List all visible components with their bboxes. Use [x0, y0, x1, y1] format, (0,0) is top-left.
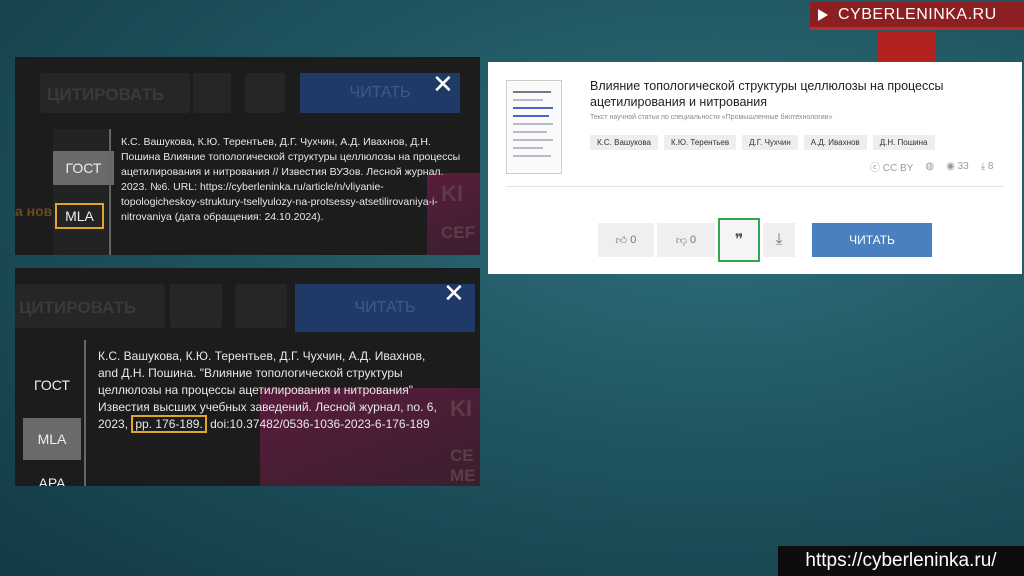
citation-pages-highlight: pp. 176-189. — [131, 415, 207, 433]
author-chip[interactable]: К.Ю. Терентьев — [663, 135, 737, 150]
brand-badge: CYBERLENINKA.RU — [810, 2, 1024, 30]
downloads-count: 8 — [987, 161, 994, 172]
tab-gost[interactable]: ГОСТ — [53, 151, 114, 185]
cite-button[interactable]: ❞ — [718, 218, 760, 262]
citation-text-gost: К.С. Вашукова, К.Ю. Терентьев, Д.Г. Чухч… — [121, 136, 461, 223]
tab-apa[interactable]: APA — [23, 474, 81, 486]
read-button[interactable]: ЧИТАТЬ — [812, 223, 932, 257]
brand-label: CYBERLENINKA.RU — [838, 5, 997, 23]
author-chip[interactable]: К.С. Вашукова — [590, 135, 658, 150]
play-icon — [818, 8, 828, 21]
tab-divider — [84, 340, 86, 486]
tab-mla[interactable]: MLA — [23, 418, 81, 460]
ghost-download-button — [235, 284, 287, 328]
author-list: К.С. Вашукова К.Ю. Терентьев Д.Г. Чухчин… — [590, 135, 935, 150]
site-url[interactable]: https://cyberleninka.ru/ — [778, 546, 1024, 576]
ghost-download-button — [245, 73, 285, 113]
quote-icon: ❞ — [734, 232, 744, 249]
views-icon: ◉ 33 — [946, 161, 969, 172]
author-chip[interactable]: Д.Н. Пошина — [872, 135, 935, 150]
ghost-quote-button — [193, 73, 231, 113]
article-subtitle: Текст научной статьи по специальности «П… — [590, 114, 833, 121]
action-bar: 👍︎ 0 👎︎ 0 ❞ ⤓ ЧИТАТЬ — [598, 218, 932, 262]
article-card: Влияние топологической структуры целлюло… — [488, 62, 1022, 274]
citation-text-mla: К.С. Вашукова, К.Ю. Терентьев, Д.Г. Чухч… — [98, 348, 448, 433]
citation-panel-mla: ЦИТИРОВАТЬ ЧИТАТЬ KI CE ME ✕ ГОСТ MLA APA… — [15, 268, 480, 486]
decorative-bar — [878, 31, 936, 63]
citation-panel-gost: ЦИТИРОВАТЬ ЧИТАТЬ KI CEF а нов ✕ ГОСТ ML… — [15, 57, 480, 255]
author-chip[interactable]: А.Д. Ивахнов — [803, 135, 867, 150]
cc-license-icon: ⓒ CC BY — [870, 163, 914, 174]
close-icon[interactable]: ✕ — [443, 280, 465, 306]
dislike-button[interactable]: 👎︎ 0 — [657, 223, 715, 257]
like-button[interactable]: 👍︎ 0 — [598, 223, 654, 257]
like-count: 0 — [630, 234, 637, 246]
tab-mla[interactable]: MLA — [55, 203, 104, 229]
author-chip[interactable]: Д.Г. Чухчин — [742, 135, 798, 150]
dislike-count: 0 — [690, 234, 697, 246]
citation-tabs — [53, 129, 108, 255]
article-meta: ⓒ CC BY ◍ ◉ 33 ⤓ 8 — [870, 159, 993, 174]
citation-doi: doi:10.37482/0536-1036-2023-6-176-189 — [210, 417, 430, 431]
close-icon[interactable]: ✕ — [432, 71, 454, 97]
ghost-cite-label: ЦИТИРОВАТЬ — [47, 85, 165, 104]
license-label: CC BY — [882, 163, 914, 174]
ghost-promo-text: а нов — [15, 203, 53, 219]
rating-icon: ◍ — [925, 161, 935, 172]
views-count: 33 — [957, 161, 969, 172]
ghost-cite-label: ЦИТИРОВАТЬ — [19, 298, 137, 317]
divider — [506, 186, 1004, 187]
ghost-quote-button — [170, 284, 222, 328]
article-thumbnail[interactable] — [506, 80, 562, 174]
tab-divider — [109, 129, 111, 255]
article-title[interactable]: Влияние топологической структуры целлюло… — [590, 78, 970, 110]
tab-gost[interactable]: ГОСТ — [23, 368, 81, 402]
download-icon: ⤓ — [775, 231, 783, 248]
thumbs-down-icon: 👎︎ — [675, 234, 687, 247]
downloads-icon: ⤓ 8 — [980, 161, 994, 172]
download-button[interactable]: ⤓ — [763, 223, 795, 257]
thumbs-up-icon: 👍︎ — [615, 234, 628, 247]
